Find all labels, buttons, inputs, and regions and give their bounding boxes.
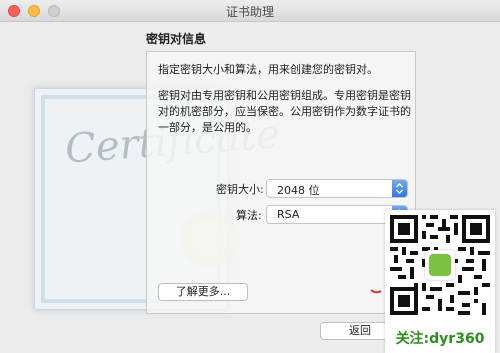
algorithm-value: RSA xyxy=(277,208,300,221)
intro-text: 指定密钥大小和算法，用来创建您的密钥对。 xyxy=(158,63,378,76)
chevron-updown-icon xyxy=(392,180,407,197)
learn-more-button[interactable]: 了解更多... xyxy=(158,283,248,301)
title-bar: 证书助理 xyxy=(0,0,500,22)
key-size-value: 2048 位 xyxy=(277,184,320,197)
watermark-caption: 关注:dyr360 xyxy=(395,331,485,347)
section-title: 密钥对信息 xyxy=(146,32,207,46)
red-stroke-mark xyxy=(370,289,382,294)
description-text: 密钥对由专用密钥和公用密钥组成。专用密钥是密钥对的机密部分，应当保密。公用密钥作… xyxy=(158,89,411,134)
window-title: 证书助理 xyxy=(225,5,274,19)
app-logo-icon xyxy=(425,250,455,280)
qr-code-watermark: 关注:dyr360 xyxy=(385,210,495,353)
key-size-popup[interactable]: 2048 位 xyxy=(266,179,408,198)
algorithm-label: 算法: xyxy=(236,209,262,222)
key-size-label: 密钥大小: xyxy=(216,183,264,196)
